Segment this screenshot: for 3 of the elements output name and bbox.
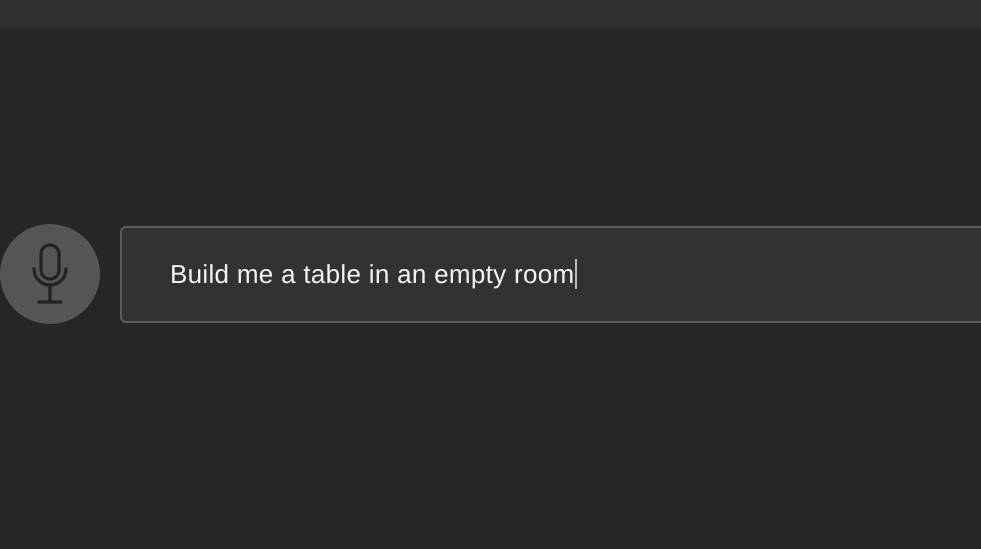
prompt-input-field[interactable]: Build me a table in an empty room	[120, 226, 981, 322]
microphone-icon	[31, 243, 69, 305]
text-cursor	[575, 259, 578, 289]
